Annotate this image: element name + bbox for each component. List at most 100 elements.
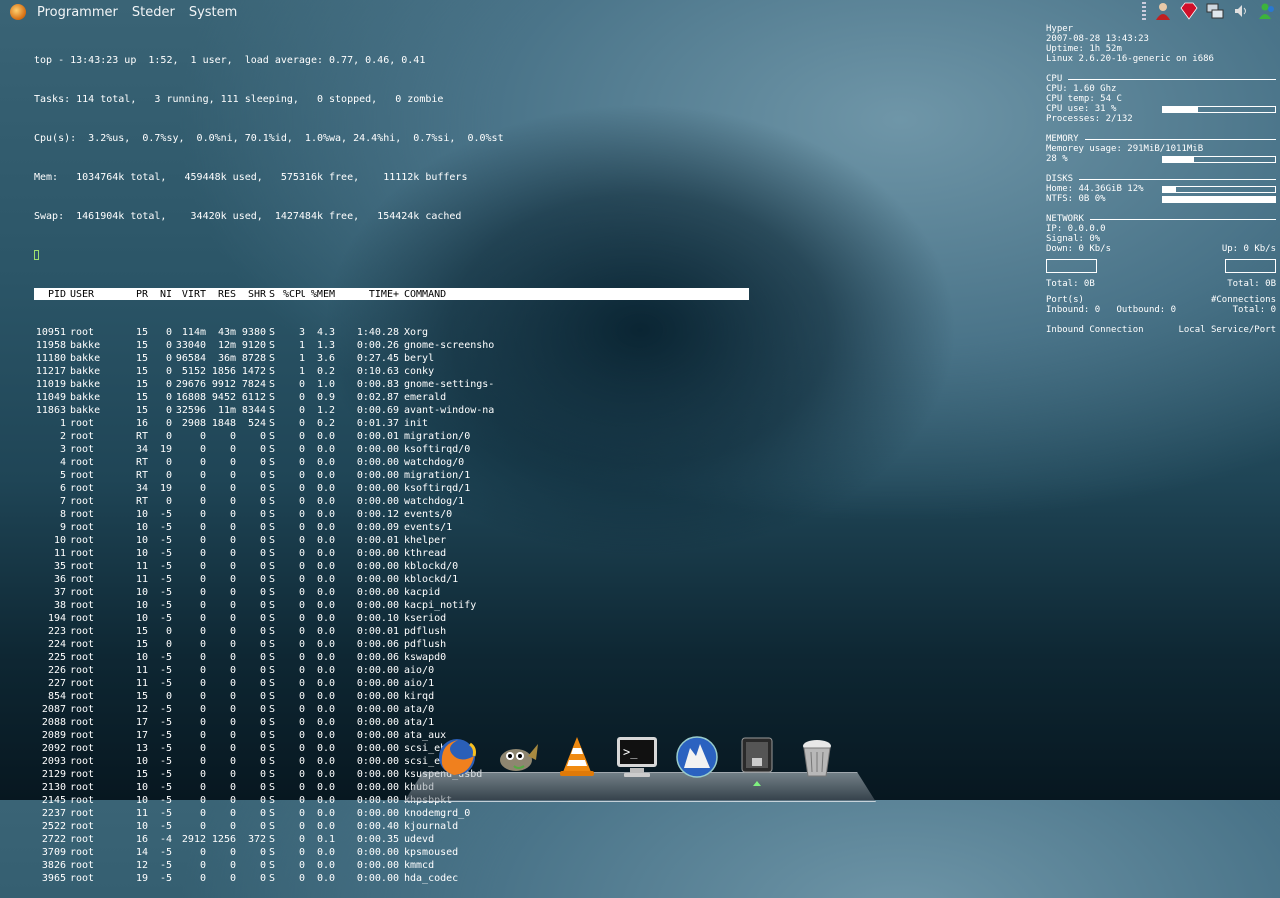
process-cpu-percent: 0 [298,652,305,663]
process-res: 9452 [211,392,236,403]
process-state: S [269,743,276,754]
conky-connections-total: Total: 0 [1232,305,1276,315]
process-nice: -5 [159,860,172,871]
process-user: root [70,561,95,572]
ruby-gem-icon[interactable] [1180,2,1198,20]
process-priority: 10 [135,613,148,624]
volume-icon[interactable] [1232,2,1250,20]
process-mem-percent: 0.0 [316,717,335,728]
process-command: kblockd/0 [404,561,459,572]
process-mem-percent: 0.0 [316,782,335,793]
process-mem-percent: 0.0 [316,847,335,858]
process-priority: 15 [135,639,148,650]
process-state: S [269,444,276,455]
process-row: 5 root RT 0 0 0 0 S 0 0.0 0:00.00 migration/1 [34,469,754,482]
conky-ip: IP: 0.0.0.0 [1046,224,1106,234]
conky-monitor: Hyper 2007-08-28 13:43:23 Uptime: 1h 52m… [1046,24,1276,335]
conky-section-disks: DISKS [1046,174,1276,184]
conky-memory-usage: Memorey usage: 291MiB/1011MiB [1046,144,1204,154]
process-res: 0 [229,847,236,858]
col-shr: SHR [247,288,266,300]
process-nice: 0 [165,691,172,702]
process-row: 10 root 10 -5 0 0 0 S 0 0.0 0:00.01 khelper [34,534,754,547]
process-mem-percent: 0.0 [316,860,335,871]
firefox-icon[interactable] [434,734,480,784]
linux-mascot-icon[interactable] [674,734,720,784]
process-virt: 0 [199,431,206,442]
process-res: 0 [229,639,236,650]
monitor-settings-icon[interactable] [734,734,780,786]
process-nice: 0 [165,353,172,364]
process-virt: 0 [199,678,206,689]
process-virt: 0 [199,639,206,650]
trash-icon[interactable] [794,734,840,784]
panel-grip-icon[interactable] [1142,2,1146,20]
process-priority: 34 [135,483,148,494]
messenger-buddy-icon[interactable] [1258,2,1276,20]
process-time: 0:00.01 [356,535,399,546]
process-time: 0:00.00 [356,743,399,754]
gnome-foot-icon[interactable] [10,4,26,20]
process-state: S [269,639,276,650]
process-priority: 10 [135,821,148,832]
process-user: root [70,444,95,455]
svg-text:>_: >_ [623,745,638,759]
process-shr: 0 [259,483,266,494]
process-time: 0:00.06 [356,652,399,663]
user-switcher-icon[interactable] [1154,2,1172,20]
process-priority: 19 [135,873,148,884]
process-res: 0 [229,444,236,455]
vlc-icon[interactable] [554,734,600,784]
process-nice: -5 [159,613,172,624]
process-nice: 0 [165,379,172,390]
process-res: 0 [229,730,236,741]
process-virt: 0 [199,717,206,728]
process-pid: 2 [59,431,66,442]
process-cpu-percent: 0 [298,600,305,611]
process-pid: 3965 [41,873,66,884]
process-user: root [70,574,95,585]
process-nice: -5 [159,808,172,819]
terminal-icon[interactable]: >_ [614,734,660,784]
terminal-cursor[interactable] [34,250,39,260]
process-row: 10951 root 15 0 114m 43m 9380 S 3 4.3 1:40.28 Xorg [34,326,754,339]
process-state: S [269,769,276,780]
menu-steder[interactable]: Steder [125,5,182,20]
process-row: 4 root RT 0 0 0 0 S 0 0.0 0:00.00 watchdog/0 [34,456,754,469]
process-shr: 0 [259,587,266,598]
process-command: ksoftirqd/1 [404,483,471,494]
network-icon[interactable] [1206,2,1224,20]
process-command: conky [404,366,435,377]
process-user: root [70,509,95,520]
conky-total-up: Total: 0B [1227,279,1276,289]
process-time: 0:00.40 [356,821,399,832]
process-time: 0:00.01 [356,626,399,637]
process-command: beryl [404,353,435,364]
process-time: 0:00.00 [356,756,399,767]
process-pid: 225 [47,652,66,663]
process-priority: 12 [135,860,148,871]
process-nice: 0 [165,366,172,377]
process-user: root [70,769,95,780]
menu-system[interactable]: System [182,5,244,20]
process-command: kswapd0 [404,652,447,663]
process-state: S [269,795,276,806]
process-pid: 3826 [41,860,66,871]
process-priority: 10 [135,548,148,559]
gimp-icon[interactable] [494,734,540,784]
process-state: S [269,327,276,338]
process-cpu-percent: 0 [298,470,305,481]
menu-programmer[interactable]: Programmer [30,5,125,20]
process-mem-percent: 0.0 [316,730,335,741]
process-row: 224 root 15 0 0 0 0 S 0 0.0 0:00.06 pdflush [34,638,754,651]
process-time: 0:00.12 [356,509,399,520]
process-shr: 0 [259,730,266,741]
process-pid: 3 [59,444,66,455]
process-res: 0 [229,743,236,754]
process-nice: -5 [159,600,172,611]
process-res: 0 [229,470,236,481]
process-user: root [70,717,95,728]
process-mem-percent: 0.0 [316,795,335,806]
process-virt: 2912 [181,834,206,845]
process-virt: 0 [199,457,206,468]
